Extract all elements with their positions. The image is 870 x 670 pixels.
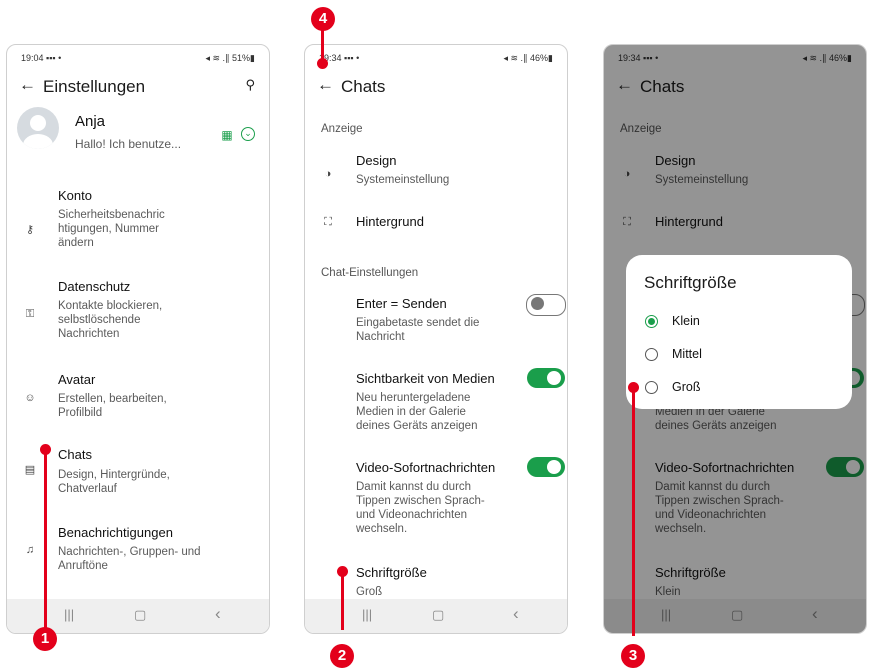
video-msgs-subtitle: Damit kannst du durch Tippen zwischen Sp… <box>356 481 485 535</box>
page-title: Chats <box>341 77 386 96</box>
back-arrow-icon[interactable]: ← <box>19 75 36 95</box>
annotation-line-3 <box>632 388 635 636</box>
font-size-title[interactable]: Schriftgröße <box>356 565 427 580</box>
enter-send-subtitle: Eingabetaste sendet die Nachricht <box>356 317 480 343</box>
status-icons: ◂ ≋ .∥ 51%▮ <box>205 53 255 63</box>
search-icon[interactable]: ⚲ <box>245 77 255 93</box>
wallpaper-icon: ⛶ <box>324 216 332 228</box>
font-size-value: Groß <box>356 586 383 598</box>
home-button[interactable]: ▢ <box>134 607 146 623</box>
section-header: Chat-Einstellungen <box>321 267 419 279</box>
annotation-marker-4: 4 <box>311 7 335 31</box>
avatar[interactable] <box>17 107 59 149</box>
back-button[interactable]: ‹ <box>513 604 519 624</box>
settings-item-title[interactable]: Datenschutz <box>58 279 130 294</box>
radio-gross[interactable] <box>645 381 658 394</box>
annotation-line-1 <box>44 450 47 630</box>
recents-button[interactable]: ||| <box>362 607 372 622</box>
section-header: Anzeige <box>321 123 363 135</box>
settings-item-subtitle: Sicherheitsbenachric htigungen, Nummer ä… <box>58 209 165 249</box>
nav-bar: ||| ▢ ‹ <box>305 599 567 633</box>
annotation-marker-2: 2 <box>330 644 354 668</box>
settings-item-title[interactable]: Avatar <box>58 372 95 387</box>
design-subtitle: Systemeinstellung <box>356 174 450 186</box>
media-visibility-toggle[interactable] <box>527 368 565 388</box>
phone-font-dialog: 19:34 ▪▪▪ • ◂ ≋ .∥ 46%▮ ← Chats Anzeige … <box>603 44 867 634</box>
annotation-dot-4 <box>317 58 328 69</box>
home-button[interactable]: ▢ <box>432 607 444 623</box>
settings-item-subtitle: Erstellen, bearbeiten, Profilbild <box>58 393 167 419</box>
status-bar: 19:04 ▪▪▪ • ◂ ≋ .∥ 51%▮ <box>21 53 255 65</box>
phone-chats: 19:34 ▪▪▪ • ◂ ≋ .∥ 46%▮ ← Chats Anzeige … <box>304 44 568 634</box>
dialog-title: Schriftgröße <box>644 273 737 292</box>
media-visibility-subtitle: Neu heruntergeladene Medien in der Galer… <box>356 392 478 432</box>
back-arrow-icon[interactable]: ← <box>317 75 334 95</box>
page-title: Einstellungen <box>43 77 146 96</box>
option-label[interactable]: Groß <box>672 380 700 394</box>
wallpaper-item[interactable]: Hintergrund <box>356 214 424 229</box>
back-button[interactable]: ‹ <box>215 604 221 624</box>
chat-icon: ▤ <box>24 464 36 476</box>
design-icon: ◑ <box>324 168 332 180</box>
profile-name[interactable]: Anja <box>75 113 105 130</box>
settings-item-subtitle: Kontakte blockieren, selbstlöschende Nac… <box>58 300 163 340</box>
media-visibility-title[interactable]: Sichtbarkeit von Medien <box>356 371 495 386</box>
settings-item-title[interactable]: Konto <box>58 188 92 203</box>
annotation-line-2 <box>341 572 344 630</box>
annotation-marker-1: 1 <box>33 627 57 651</box>
recents-button[interactable]: ||| <box>64 607 74 622</box>
status-time: 19:04 ▪▪▪ • <box>21 53 62 63</box>
enter-send-title[interactable]: Enter = Senden <box>356 296 447 311</box>
settings-item-chats[interactable]: Chats <box>58 447 92 462</box>
chevron-down-icon[interactable]: ⌄ <box>241 127 255 141</box>
settings-item-subtitle: Design, Hintergründe, Chatverlauf <box>58 469 170 495</box>
enter-send-toggle[interactable] <box>526 294 566 316</box>
lock-icon: ⚿ <box>25 308 35 320</box>
avatar-icon: ☺ <box>24 392 36 404</box>
settings-item-title[interactable]: Benachrichtigungen <box>58 525 173 540</box>
video-msgs-title[interactable]: Video-Sofortnachrichten <box>356 460 495 475</box>
font-size-dialog: Schriftgröße Klein Mittel Groß <box>626 255 852 409</box>
profile-status[interactable]: Hallo! Ich benutze... <box>75 137 181 151</box>
design-title[interactable]: Design <box>356 153 396 168</box>
radio-klein[interactable] <box>645 315 658 328</box>
annotation-marker-3: 3 <box>621 644 645 668</box>
option-label[interactable]: Klein <box>672 314 700 328</box>
qr-code-icon[interactable]: ▦ <box>220 128 234 142</box>
status-icons: ◂ ≋ .∥ 46%▮ <box>503 53 553 63</box>
video-msgs-toggle[interactable] <box>527 457 565 477</box>
option-label[interactable]: Mittel <box>672 347 702 361</box>
radio-mittel[interactable] <box>645 348 658 361</box>
settings-item-subtitle: Nachrichten-, Gruppen- und Anruftöne <box>58 546 201 572</box>
status-bar: 19:34 ▪▪▪ • ◂ ≋ .∥ 46%▮ <box>319 53 553 65</box>
bell-icon: ♫ <box>25 544 35 556</box>
key-icon: ⚷ <box>25 224 35 236</box>
